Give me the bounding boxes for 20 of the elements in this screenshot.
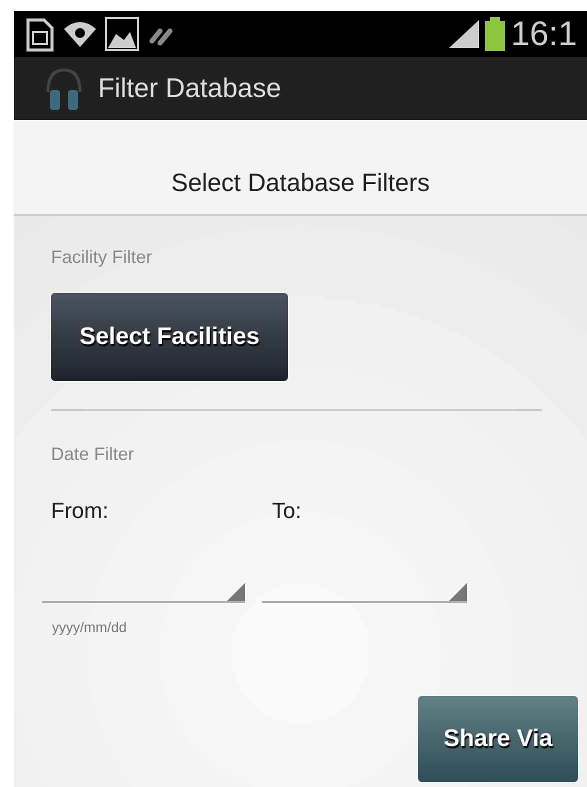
date-spinner[interactable] [262, 583, 467, 603]
date-filter-label: Date Filter [51, 443, 136, 466]
headphones-icon [44, 66, 84, 112]
facility-filter-label: Facility Filter [51, 246, 154, 269]
dropdown-corner-icon [227, 583, 245, 601]
select-facilities-button[interactable]: Select Facilities [51, 293, 288, 381]
share-via-button[interactable]: Share Via [418, 696, 578, 782]
image-icon [104, 16, 140, 52]
signal-icon [446, 20, 479, 48]
from-label: From: [51, 497, 110, 525]
app-title: Filter Database [98, 72, 282, 106]
dropdown-corner-icon [449, 583, 467, 601]
to-label: To: [272, 497, 302, 525]
sim-card-icon [24, 16, 56, 52]
status-time: 16:1 [510, 17, 577, 51]
date-format-hint: yyyy/mm/dd [52, 618, 128, 637]
wifi-icon [62, 19, 98, 49]
section-title: Select Database Filters [171, 168, 430, 198]
battery-icon [482, 17, 507, 51]
date-spinner[interactable] [42, 583, 245, 603]
